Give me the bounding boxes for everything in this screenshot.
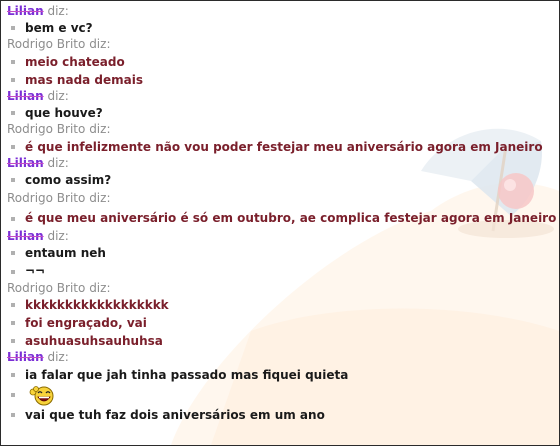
bullet-icon xyxy=(11,26,15,31)
message-text: como assim? xyxy=(25,172,112,187)
sender-name: Lilian xyxy=(7,350,44,365)
message-line: entaum neh xyxy=(1,244,559,262)
says-label: diz: xyxy=(89,280,111,295)
message-text: bem e vc? xyxy=(25,21,93,36)
laughing-emoticon-icon xyxy=(29,386,54,406)
bullet-icon xyxy=(11,177,15,182)
message-line: meio chateado xyxy=(1,53,559,71)
message-line: que houve? xyxy=(1,104,559,122)
message-text: ¬¬ xyxy=(25,264,46,279)
sender-line: Rodrigo Brito diz: xyxy=(1,281,559,296)
says-label: diz: xyxy=(89,191,111,206)
sender-line: Lilian diz: xyxy=(1,350,559,365)
sender-name: Lilian xyxy=(7,4,44,18)
message-line: é que infelizmente não vou poder festeja… xyxy=(1,138,559,156)
message-line: ¬¬ xyxy=(1,262,559,280)
message-text: vai que tuh faz dois aniversários em um … xyxy=(25,407,325,422)
message-text: entaum neh xyxy=(25,246,106,261)
bullet-icon xyxy=(11,412,15,417)
sender-line: Lilian diz: xyxy=(1,156,559,171)
message-line: é que meu aniversário é só em outubro, a… xyxy=(1,208,559,229)
message-line: ia falar que jah tinha passado mas fique… xyxy=(1,366,559,384)
sender-name: Lilian xyxy=(7,155,44,170)
bullet-icon xyxy=(11,251,15,256)
bullet-icon xyxy=(11,216,15,221)
message-text: que houve? xyxy=(25,106,103,121)
sender-name: Rodrigo Brito xyxy=(7,280,86,295)
says-label: diz: xyxy=(89,122,111,137)
message-line: mas nada demais xyxy=(1,71,559,89)
sender-name: Lilian xyxy=(7,229,44,244)
sender-line: Lilian diz: xyxy=(1,89,559,104)
message-text: é que infelizmente não vou poder festeja… xyxy=(25,139,543,154)
says-label: diz: xyxy=(47,229,69,244)
chat-window: Lilian diz: bem e vc? Rodrigo Brito diz:… xyxy=(0,0,560,446)
message-text: ia falar que jah tinha passado mas fique… xyxy=(25,367,349,382)
says-label: diz: xyxy=(47,4,69,18)
sender-line: Lilian diz: xyxy=(1,4,559,19)
message-line: asuhuasuhsauhuhsa xyxy=(1,332,559,350)
conversation-history: Lilian diz: bem e vc? Rodrigo Brito diz:… xyxy=(1,1,559,445)
bullet-icon xyxy=(11,111,15,116)
sender-name: Rodrigo Brito xyxy=(7,191,86,206)
message-line xyxy=(1,384,559,406)
sender-name: Lilian xyxy=(7,88,44,103)
bullet-icon xyxy=(11,144,15,149)
bullet-icon xyxy=(11,392,15,397)
message-text: mas nada demais xyxy=(25,72,144,87)
says-label: diz: xyxy=(47,350,69,365)
sender-name: Rodrigo Brito xyxy=(7,37,86,52)
bullet-icon xyxy=(11,302,15,307)
says-label: diz: xyxy=(47,88,69,103)
bullet-icon xyxy=(11,77,15,82)
message-line: vai que tuh faz dois aniversários em um … xyxy=(1,406,559,424)
message-text: meio chateado xyxy=(25,54,125,69)
bullet-icon xyxy=(11,269,15,274)
message-text: kkkkkkkkkkkkkkkkkk xyxy=(25,297,169,312)
bullet-icon xyxy=(11,372,15,377)
message-line: bem e vc? xyxy=(1,19,559,37)
message-text: é que meu aniversário é só em outubro, a… xyxy=(25,211,557,226)
bullet-icon xyxy=(11,321,15,326)
sender-line: Rodrigo Brito diz: xyxy=(1,122,559,137)
sender-line: Lilian diz: xyxy=(1,229,559,244)
bullet-icon xyxy=(11,339,15,344)
message-line: como assim? xyxy=(1,171,559,189)
says-label: diz: xyxy=(89,37,111,52)
message-text: foi engraçado, vai xyxy=(25,316,147,330)
says-label: diz: xyxy=(47,155,69,170)
sender-line: Rodrigo Brito diz: xyxy=(1,37,559,52)
bullet-icon xyxy=(11,59,15,64)
message-line: foi engraçado, vai xyxy=(1,314,559,332)
message-text: asuhuasuhsauhuhsa xyxy=(25,334,163,349)
sender-name: Rodrigo Brito xyxy=(7,122,86,137)
sender-line: Rodrigo Brito diz: xyxy=(1,189,559,208)
message-line: kkkkkkkkkkkkkkkkkk xyxy=(1,296,559,314)
